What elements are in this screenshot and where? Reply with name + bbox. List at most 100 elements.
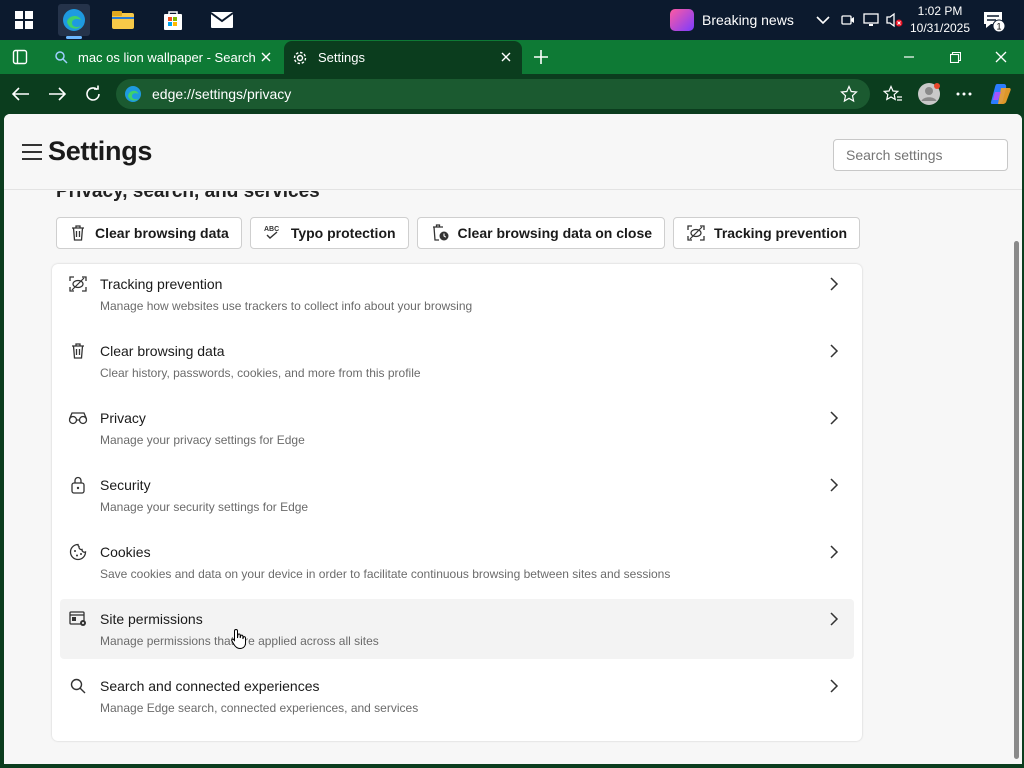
favorites-icon[interactable] [878,80,908,108]
edge-taskbar-icon[interactable] [58,4,90,39]
row-title: Clear browsing data [100,343,225,359]
meet-now-icon[interactable] [838,0,858,40]
trash-clock-icon [432,224,449,241]
settings-header: Settings [4,114,1022,190]
news-icon [670,9,694,31]
url-text: edge://settings/privacy [152,86,292,102]
clock-date: 10/31/2025 [909,21,971,35]
row-description: Save cookies and data on your device in … [100,567,671,581]
hamburger-menu-icon[interactable] [22,144,42,160]
button-label: Clear browsing data on close [457,225,653,241]
cookie-icon [68,542,88,562]
close-tab-icon[interactable] [258,49,274,65]
microsoft-store-icon[interactable] [157,4,189,36]
chevron-right-icon [830,612,839,626]
trash-icon [72,225,84,241]
clear-data-on-close-button[interactable]: Clear browsing data on close [416,217,666,249]
profile-avatar-icon[interactable] [914,80,944,108]
hand-cursor-icon [231,628,246,650]
tab-search[interactable]: mac os lion wallpaper - Search [46,41,282,73]
settings-page: Settings Privacy, search, and services C… [4,114,1022,764]
row-description: Manage how websites use trackers to coll… [100,299,473,313]
tab-actions-icon[interactable] [8,46,32,68]
chevron-right-icon [830,411,839,425]
chevron-right-icon [830,344,839,358]
tab-label: mac os lion wallpaper - Search [78,49,256,65]
search-icon [68,676,88,696]
minimize-icon[interactable] [886,40,932,74]
tab-label: Settings [318,50,365,65]
clear-browsing-data-button[interactable]: Clear browsing data [56,217,242,249]
glasses-icon [68,408,88,428]
setting-row-site-permissions[interactable]: Site permissions Manage permissions that… [60,599,854,659]
browser-toolbar: edge://settings/privacy [0,74,1024,114]
chevron-up-icon[interactable] [812,0,834,40]
new-tab-icon[interactable] [530,46,552,68]
spellcheck-icon: ABC [264,226,279,239]
row-title: Tracking prevention [100,276,223,292]
notification-count: 1 [996,22,1001,32]
trash-icon [68,341,88,361]
setting-row-search-connected[interactable]: Search and connected experiences Manage … [60,666,854,726]
row-title: Cookies [100,544,151,560]
windows-start-icon[interactable] [8,4,40,36]
scrollbar-thumb[interactable] [1014,241,1019,759]
refresh-icon[interactable] [78,80,108,108]
file-explorer-icon[interactable] [107,4,139,36]
setting-row-tracking-prevention[interactable]: Tracking prevention Manage how websites … [60,264,854,324]
site-permissions-icon [68,609,88,629]
forward-icon[interactable] [42,80,72,108]
row-title: Security [100,477,151,493]
settings-content: Privacy, search, and services Clear brow… [4,191,1004,764]
setting-row-security[interactable]: Security Manage your security settings f… [60,465,854,525]
row-description: Clear history, passwords, cookies, and m… [100,366,421,380]
restore-icon[interactable] [932,40,978,74]
row-title: Site permissions [100,611,203,627]
row-title: Privacy [100,410,146,426]
row-description: Manage Edge search, connected experience… [100,701,419,715]
section-title: Privacy, search, and services [56,191,320,202]
button-label: Clear browsing data [95,225,229,241]
taskbar-clock[interactable]: 1:02 PM 10/31/2025 [906,3,974,37]
page-title: Settings [48,136,153,166]
search-favicon-icon [54,50,68,64]
close-window-icon[interactable] [978,40,1024,74]
back-icon[interactable] [6,80,36,108]
typo-protection-button[interactable]: ABC Typo protection [249,217,409,249]
notification-center-icon[interactable]: 1 [980,0,1006,40]
chevron-right-icon [830,277,839,291]
gear-icon [292,50,308,66]
news-label: Breaking news [702,12,794,28]
button-label: Typo protection [290,225,396,241]
search-settings-input[interactable] [833,139,1008,171]
chevron-right-icon [830,545,839,559]
tab-strip: mac os lion wallpaper - Search Settings [0,40,1024,74]
address-bar[interactable]: edge://settings/privacy [116,79,870,109]
copilot-icon[interactable] [986,80,1016,108]
news-widget[interactable]: Breaking news [670,6,794,34]
row-description: Manage your security settings for Edge [100,500,309,514]
settings-list-card: Tracking prevention Manage how websites … [52,264,862,741]
setting-row-privacy[interactable]: Privacy Manage your privacy settings for… [60,398,854,458]
button-label: Tracking prevention [714,225,848,241]
setting-row-clear-browsing-data[interactable]: Clear browsing data Clear history, passw… [60,331,854,391]
tracking-icon [687,225,705,241]
favorite-star-icon[interactable] [840,85,858,103]
tracking-prevention-button[interactable]: Tracking prevention [673,217,861,249]
windows-taskbar: Breaking news 1:02 PM 10/31/2025 1 [0,0,1024,40]
mail-icon[interactable] [206,4,238,36]
tab-settings[interactable]: Settings [284,41,522,74]
close-tab-icon[interactable] [498,49,514,65]
network-icon[interactable] [860,0,882,40]
chevron-right-icon [830,478,839,492]
volume-muted-icon[interactable] [883,0,905,40]
chevron-right-icon [830,679,839,693]
tracking-icon [68,274,88,294]
more-options-icon[interactable] [949,80,979,108]
row-description: Manage your privacy settings for Edge [100,433,305,447]
edge-logo-icon [124,85,142,103]
clock-time: 1:02 PM [917,4,963,18]
row-title: Search and connected experiences [100,678,320,694]
lock-icon [68,475,88,495]
setting-row-cookies[interactable]: Cookies Save cookies and data on your de… [60,532,854,592]
